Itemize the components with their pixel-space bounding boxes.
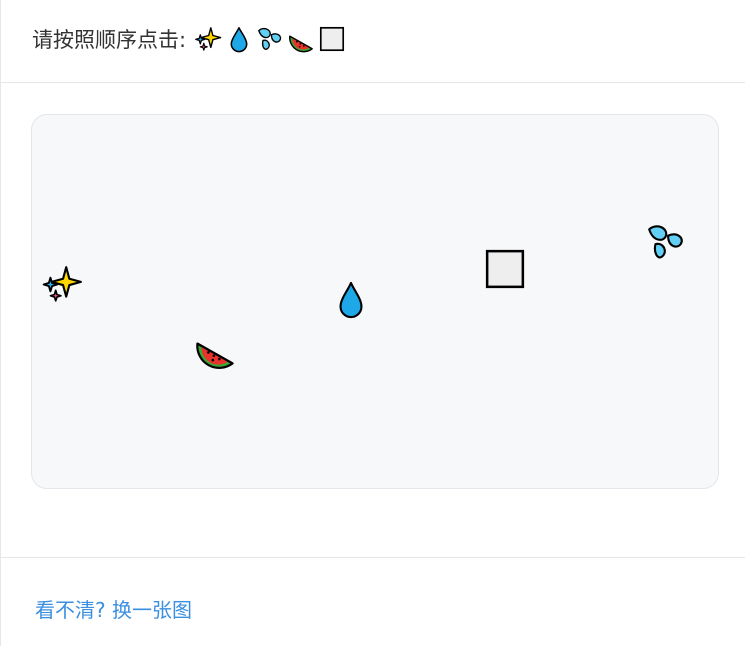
refresh-captcha-link[interactable]: 看不清? 换一张图 <box>35 594 192 623</box>
droplet-icon <box>225 25 253 53</box>
captcha-prompt: 请按照顺序点击: <box>32 24 346 54</box>
droplet-icon[interactable] <box>332 279 370 321</box>
prompt-sequence <box>194 25 346 53</box>
white-square-icon <box>318 25 346 53</box>
prompt-text: 请按照顺序点击: <box>32 28 187 52</box>
sparkles-icon[interactable] <box>41 263 83 305</box>
captcha-footer: 看不清? 换一张图 <box>0 557 745 646</box>
sweat-droplets-icon[interactable] <box>645 221 687 263</box>
left-border <box>0 0 1 646</box>
white-square-icon[interactable] <box>484 248 526 290</box>
captcha-image-panel[interactable] <box>31 114 719 489</box>
watermelon-icon <box>287 25 315 53</box>
watermelon-icon[interactable] <box>193 326 237 370</box>
sweat-droplets-icon <box>256 25 284 53</box>
captcha-header: 请按照顺序点击: <box>0 0 745 83</box>
sparkles-icon <box>194 25 222 53</box>
